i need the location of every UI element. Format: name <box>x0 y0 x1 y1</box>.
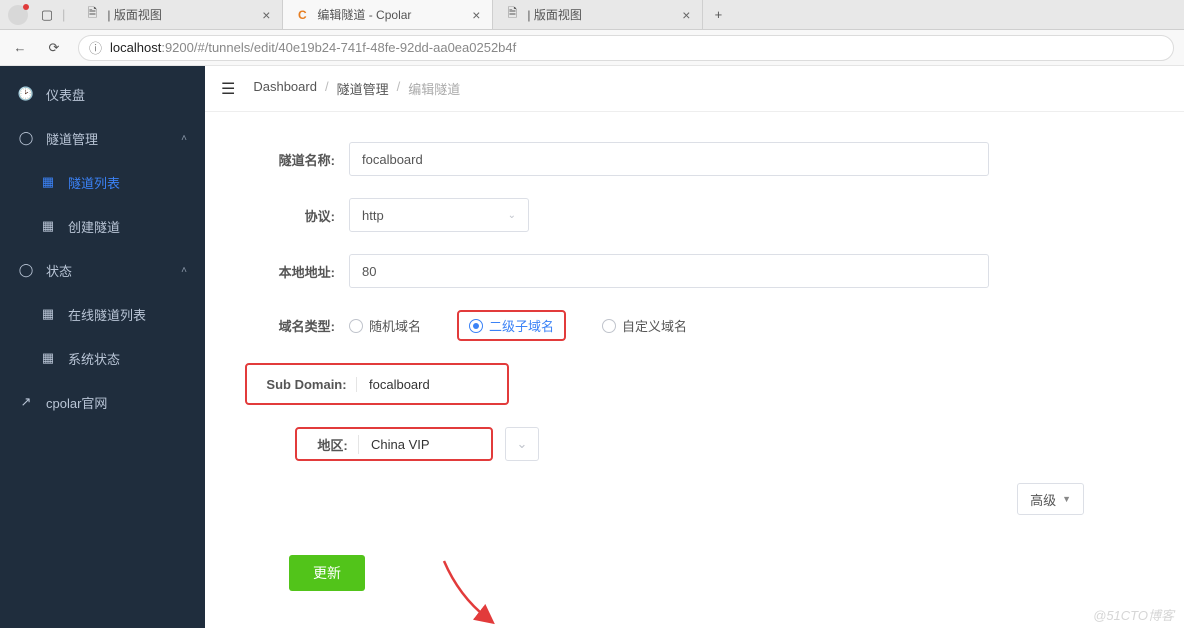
watermark: @51CTO博客 <box>1093 605 1174 624</box>
annotation-highlight: 二级子域名 <box>457 310 566 341</box>
grid-icon: ▦ <box>40 306 56 322</box>
input-local-addr[interactable]: 80 <box>349 254 989 288</box>
sidebar-item-system-status[interactable]: ▦ 系统状态 <box>0 336 205 380</box>
url-path: /#/tunnels/edit/40e19b24-741f-48fe-92dd-… <box>194 40 516 55</box>
label-protocol: 协议: <box>245 206 335 225</box>
topbar: ☰ Dashboard / 隧道管理 / 编辑隧道 <box>205 66 1184 112</box>
annotation-highlight: 地区: China VIP <box>295 427 493 461</box>
sidebar-group-status[interactable]: ◯ 状态 ˄ <box>0 248 205 292</box>
crumb-dashboard[interactable]: Dashboard <box>253 79 317 98</box>
sidebar-item-online-tunnels[interactable]: ▦ 在线隧道列表 <box>0 292 205 336</box>
radio-icon <box>349 319 363 333</box>
content: ☰ Dashboard / 隧道管理 / 编辑隧道 隧道名称: focalboa… <box>205 66 1184 628</box>
sidebar-item-tunnel-list[interactable]: ▦ 隧道列表 <box>0 160 205 204</box>
grid-icon: ▦ <box>40 218 56 234</box>
chevron-down-icon: ⌄ <box>508 210 516 221</box>
sidebar-item-label: 创建隧道 <box>68 217 120 236</box>
radio-custom-domain[interactable]: 自定义域名 <box>602 316 687 335</box>
chevron-down-icon: ⌄ <box>517 436 528 452</box>
back-button[interactable]: ← <box>10 38 30 58</box>
sidebar-item-label: 状态 <box>46 261 72 280</box>
sidebar-item-dashboard[interactable]: 🕑 仪表盘 <box>0 72 205 116</box>
profile-avatar-icon[interactable] <box>8 5 28 25</box>
browser-tab[interactable]: 🗎 | 版面视图 × <box>493 0 703 29</box>
annotation-arrow <box>439 556 499 639</box>
value-region: China VIP <box>359 437 481 452</box>
sidebar-item-label: 在线隧道列表 <box>68 305 146 324</box>
workspaces-icon[interactable]: ▢ <box>36 4 58 26</box>
browser-toolbar: ← ⟳ ⓘ localhost:9200/#/tunnels/edit/40e1… <box>0 30 1184 66</box>
sidebar-group-tunnel[interactable]: ◯ 隧道管理 ˄ <box>0 116 205 160</box>
chevron-up-icon: ˄ <box>181 133 187 144</box>
close-icon[interactable]: × <box>262 7 270 23</box>
address-bar[interactable]: ⓘ localhost:9200/#/tunnels/edit/40e19b24… <box>78 35 1174 61</box>
page-icon: 🗎 <box>85 8 99 22</box>
circle-icon: ◯ <box>18 262 34 278</box>
sidebar-item-create-tunnel[interactable]: ▦ 创建隧道 <box>0 204 205 248</box>
label-region: 地区: <box>307 435 359 454</box>
grid-icon: ▦ <box>40 350 56 366</box>
sidebar-item-label: 系统状态 <box>68 349 120 368</box>
crumb-sep: / <box>397 79 401 98</box>
radio-icon <box>602 319 616 333</box>
page: 🕑 仪表盘 ◯ 隧道管理 ˄ ▦ 隧道列表 ▦ 创建隧道 ◯ 状态 ˄ ▦ 在线… <box>0 66 1184 628</box>
edit-tunnel-form: 隧道名称: focalboard 协议: http ⌄ 本地地址: 80 域名类… <box>205 112 1184 601</box>
breadcrumb: Dashboard / 隧道管理 / 编辑隧道 <box>253 79 460 98</box>
tab-title: | 版面视图 <box>527 6 674 23</box>
browser-tabs: 🗎 | 版面视图 × C 编辑隧道 - Cpolar × 🗎 | 版面视图 × … <box>73 0 1180 29</box>
select-region-toggle[interactable]: ⌄ <box>505 427 539 461</box>
refresh-button[interactable]: ⟳ <box>44 38 64 58</box>
url-port: :9200 <box>161 40 194 55</box>
new-tab-button[interactable]: + <box>703 0 733 29</box>
circle-icon: ◯ <box>18 130 34 146</box>
label-tunnel-name: 隧道名称: <box>245 150 335 169</box>
menu-toggle-icon[interactable]: ☰ <box>221 79 235 99</box>
update-button[interactable]: 更新 <box>289 555 365 591</box>
select-protocol[interactable]: http ⌄ <box>349 198 529 232</box>
page-icon: C <box>295 8 309 22</box>
input-tunnel-name[interactable]: focalboard <box>349 142 989 176</box>
annotation-highlight: Sub Domain: focalboard <box>245 363 509 405</box>
input-subdomain[interactable]: focalboard <box>357 377 497 392</box>
triangle-down-icon: ▼ <box>1062 494 1071 504</box>
sidebar: 🕑 仪表盘 ◯ 隧道管理 ˄ ▦ 隧道列表 ▦ 创建隧道 ◯ 状态 ˄ ▦ 在线… <box>0 66 205 628</box>
url-host: localhost <box>110 40 161 55</box>
radio-subdomain[interactable]: 二级子域名 <box>469 316 554 335</box>
sidebar-item-label: 隧道管理 <box>46 129 98 148</box>
info-icon: ⓘ <box>89 38 102 57</box>
close-icon[interactable]: × <box>682 7 690 23</box>
crumb-current: 编辑隧道 <box>408 79 460 98</box>
external-link-icon: ↗ <box>18 394 34 410</box>
grid-icon: ▦ <box>40 174 56 190</box>
sidebar-item-cpolar-site[interactable]: ↗ cpolar官网 <box>0 380 205 424</box>
sidebar-item-label: 隧道列表 <box>68 173 120 192</box>
advanced-toggle-button[interactable]: 高级 ▼ <box>1017 483 1084 515</box>
crumb-tunnel-mgmt[interactable]: 隧道管理 <box>337 79 389 98</box>
sidebar-item-label: 仪表盘 <box>46 85 85 104</box>
sidebar-item-label: cpolar官网 <box>46 393 107 412</box>
browser-tab[interactable]: 🗎 | 版面视图 × <box>73 0 283 29</box>
tab-title: 编辑隧道 - Cpolar <box>317 6 464 23</box>
label-domain-type: 域名类型: <box>245 316 335 335</box>
gauge-icon: 🕑 <box>18 86 34 102</box>
label-local-addr: 本地地址: <box>245 262 335 281</box>
radio-icon <box>469 319 483 333</box>
label-subdomain: Sub Domain: <box>257 377 357 392</box>
chevron-up-icon: ˄ <box>181 265 187 276</box>
browser-tab[interactable]: C 编辑隧道 - Cpolar × <box>283 0 493 29</box>
crumb-sep: / <box>325 79 329 98</box>
radio-group-domain-type: 随机域名 二级子域名 自定义域名 <box>349 310 687 341</box>
browser-titlebar: ▢ | 🗎 | 版面视图 × C 编辑隧道 - Cpolar × 🗎 | 版面视… <box>0 0 1184 30</box>
radio-random-domain[interactable]: 随机域名 <box>349 316 421 335</box>
tab-title: | 版面视图 <box>107 6 254 23</box>
close-icon[interactable]: × <box>472 7 480 23</box>
page-icon: 🗎 <box>505 8 519 22</box>
